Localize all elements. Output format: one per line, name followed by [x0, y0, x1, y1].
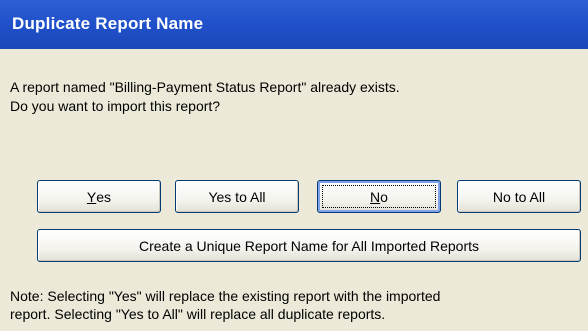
note-text: Note: Selecting "Yes" will replace the e… [10, 287, 580, 323]
create-unique-name-button[interactable]: Create a Unique Report Name for All Impo… [37, 229, 581, 262]
create-unique-name-label: Create a Unique Report Name for All Impo… [138, 237, 480, 254]
message-text: A report named "Billing-Payment Status R… [10, 78, 570, 116]
no-button-mnemonic: N [370, 188, 381, 205]
dialog-title: Duplicate Report Name [12, 14, 204, 33]
no-button-label: o [380, 188, 388, 205]
no-to-all-label: No to All [492, 188, 546, 205]
note-line-2: report. Selecting "Yes to All" will repl… [10, 306, 386, 322]
yes-button-label: es [96, 188, 112, 205]
yes-button[interactable]: Yes [37, 180, 161, 213]
message-line-1: A report named "Billing-Payment Status R… [10, 79, 400, 95]
yes-to-all-button[interactable]: Yes to All [175, 180, 299, 213]
no-to-all-button[interactable]: No to All [457, 180, 581, 213]
note-line-1: Note: Selecting "Yes" will replace the e… [10, 288, 441, 304]
yes-button-mnemonic: Y [86, 188, 97, 205]
title-bar[interactable]: Duplicate Report Name [0, 0, 588, 49]
yes-to-all-label: Yes to All [208, 188, 266, 205]
message-line-2: Do you want to import this report? [10, 98, 221, 114]
no-button[interactable]: No [317, 180, 441, 213]
duplicate-report-dialog: Duplicate Report Name A report named "Bi… [0, 0, 588, 331]
